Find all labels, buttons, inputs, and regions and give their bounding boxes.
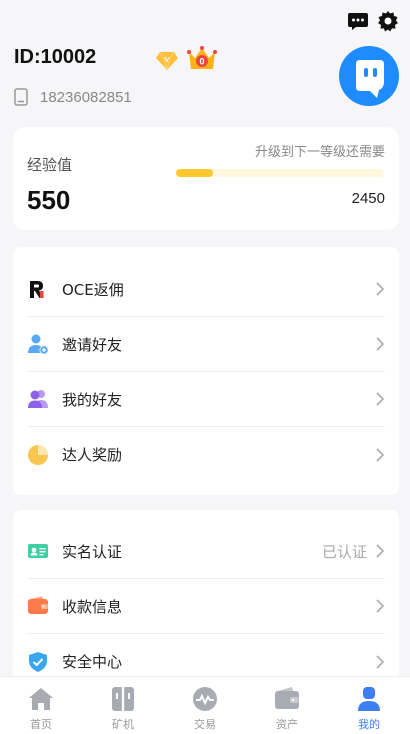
experience-progress-bar <box>176 169 384 177</box>
assets-wallet-icon <box>275 687 299 709</box>
tab-label: 资产 <box>276 718 298 731</box>
chevron-right-icon <box>376 544 385 558</box>
tab-label: 首页 <box>30 718 52 731</box>
tab-home[interactable]: 首页 <box>0 677 82 734</box>
verification-status: 已认证 <box>321 542 367 561</box>
user-id: ID:10002 <box>14 46 97 68</box>
crown-count: 0 <box>199 57 204 67</box>
trade-icon <box>193 687 217 711</box>
vip-diamond-icon: V <box>156 51 178 71</box>
experience-label: 经验值 <box>27 156 73 174</box>
pie-chart-icon <box>28 444 48 465</box>
chevron-right-icon <box>376 337 385 351</box>
top-bar <box>0 0 410 40</box>
upgrade-hint: 升级到下一等级还需要 <box>254 145 385 160</box>
chevron-right-icon <box>376 282 385 296</box>
tab-profile[interactable]: 我的 <box>328 677 410 734</box>
menu-item-invite-friends[interactable]: 邀请好友 <box>27 317 385 372</box>
friends-icon <box>28 390 48 408</box>
menu-item-payment-info[interactable]: 收款信息 <box>27 579 385 634</box>
chevron-right-icon <box>376 654 385 669</box>
message-icon[interactable] <box>347 10 369 32</box>
profile-icon <box>358 687 380 711</box>
experience-card: 经验值 550 升级到下一等级还需要 2450 <box>13 127 399 230</box>
tab-miner[interactable]: 矿机 <box>82 677 164 734</box>
vip-level: V <box>165 57 170 64</box>
menu-item-oce-commission[interactable]: OCE返佣 <box>27 262 385 317</box>
menu-item-expert-rewards[interactable]: 达人奖励 <box>27 427 385 482</box>
oce-logo-icon <box>30 281 44 298</box>
tab-assets[interactable]: 资产 <box>246 677 328 734</box>
menu-item-label: OCE返佣 <box>62 280 124 299</box>
chevron-right-icon <box>376 392 385 406</box>
menu-item-label: 邀请好友 <box>62 335 123 354</box>
phone-number: 18236082851 <box>40 88 132 106</box>
wallet-icon <box>28 596 48 614</box>
menu-item-label: 收款信息 <box>62 597 123 616</box>
menu-item-label: 我的好友 <box>62 390 123 409</box>
chevron-right-icon <box>376 599 385 613</box>
avatar[interactable] <box>339 46 399 106</box>
invite-user-icon <box>28 334 49 355</box>
tab-trade[interactable]: 交易 <box>164 677 246 734</box>
experience-progress-fill <box>176 169 214 177</box>
gear-icon[interactable] <box>377 10 399 32</box>
menu-item-label: 实名认证 <box>62 542 123 561</box>
experience-value: 550 <box>27 185 71 215</box>
menu-group-rewards: OCE返佣 邀请好友 我的好友 达人奖励 <box>13 247 399 495</box>
tab-label: 我的 <box>358 718 380 731</box>
crown-icon: 0 <box>187 46 217 69</box>
phone-icon <box>14 88 28 106</box>
menu-item-label: 安全中心 <box>62 653 123 671</box>
menu-group-account: 实名认证 已认证 收款信息 安全中心 <box>13 510 399 690</box>
phone-row: 18236082851 <box>14 88 132 106</box>
miner-icon <box>112 687 134 711</box>
menu-item-label: 达人奖励 <box>62 446 123 464</box>
chevron-right-icon <box>376 447 385 462</box>
bottom-tab-bar: 首页 矿机 交易 资产 我的 <box>0 676 410 734</box>
tab-label: 交易 <box>194 718 216 731</box>
home-icon <box>29 688 53 710</box>
menu-item-real-name-verification[interactable]: 实名认证 已认证 <box>27 524 385 579</box>
experience-target: 2450 <box>351 190 385 207</box>
menu-item-my-friends[interactable]: 我的好友 <box>27 372 385 427</box>
robot-avatar-icon <box>356 60 384 98</box>
tab-label: 矿机 <box>112 718 134 731</box>
id-card-icon <box>28 544 48 558</box>
shield-icon <box>29 651 47 672</box>
